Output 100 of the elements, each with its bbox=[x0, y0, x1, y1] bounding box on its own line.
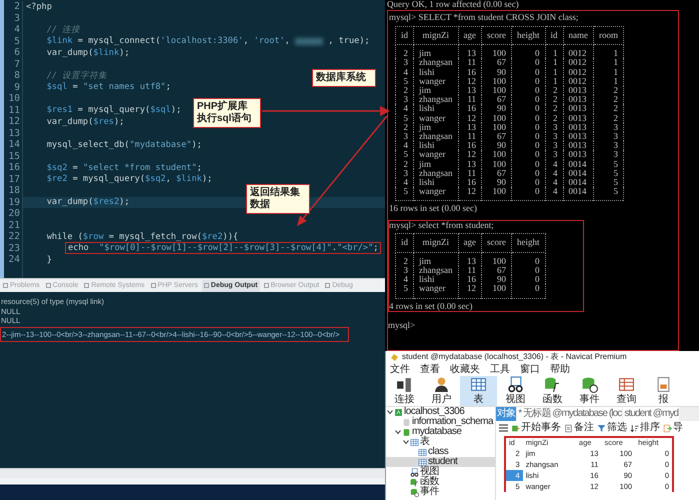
line-number: 11 bbox=[8, 104, 21, 116]
code-comment: // 连接 bbox=[46, 24, 80, 35]
code-line: $re2 = mysql_query($sq2, $link); bbox=[46, 174, 212, 184]
chevron-icon[interactable] bbox=[387, 409, 393, 415]
line-number: 9 bbox=[13, 82, 21, 93]
tree-item[interactable]: information_schema bbox=[412, 417, 494, 427]
glasses-icon bbox=[410, 468, 419, 476]
menu-item[interactable]: 文件 bbox=[390, 363, 410, 376]
menu-item[interactable]: 窗口 bbox=[520, 363, 540, 376]
table-cell: 2 bbox=[594, 104, 624, 114]
code-line: var_dump($res); bbox=[46, 116, 124, 127]
table-cell: 5 bbox=[594, 178, 624, 188]
table-cell: 100 bbox=[482, 252, 512, 266]
toolbar-button[interactable]: 事件 bbox=[571, 376, 608, 406]
line-number: 21 bbox=[8, 220, 21, 231]
code-comment: // 设置字符集 bbox=[46, 70, 108, 81]
table-cell: 100 bbox=[482, 187, 512, 201]
table-cell: 0013 bbox=[563, 95, 594, 104]
tree-item[interactable]: 函数 bbox=[420, 477, 439, 487]
table-cell: 0014 bbox=[563, 187, 594, 201]
tab[interactable]: student @myd bbox=[623, 407, 680, 421]
toolbar-button[interactable]: 连接 bbox=[386, 376, 423, 406]
table-cell: 0 bbox=[512, 104, 546, 114]
line-number: 2 bbox=[13, 1, 21, 12]
toolbar-button[interactable]: 视图 bbox=[497, 376, 534, 406]
action-button[interactable]: 排序 bbox=[630, 422, 660, 434]
table-cell: 0 bbox=[512, 95, 546, 104]
column-header: height bbox=[512, 234, 546, 252]
action-button[interactable]: 开始事务 bbox=[511, 422, 561, 434]
table-cell: zhangsan bbox=[414, 168, 458, 178]
grid-icon bbox=[618, 376, 635, 393]
line-number: 5 bbox=[13, 36, 21, 47]
action-button[interactable]: 筛选 bbox=[597, 422, 627, 434]
toolbar-button[interactable]: 报 bbox=[645, 376, 682, 406]
menu-item[interactable]: 查看 bbox=[420, 363, 440, 376]
table-cell: 0012 bbox=[563, 44, 594, 58]
toolbar-button[interactable]: 表 bbox=[460, 376, 497, 406]
tree-item[interactable]: class bbox=[428, 447, 448, 457]
table-cell: 0 bbox=[512, 132, 546, 142]
table-cell: 2 bbox=[396, 44, 414, 58]
table-cell: 3 bbox=[396, 58, 414, 68]
table-cell: 67 bbox=[482, 168, 512, 178]
table-cell: 11 bbox=[458, 132, 482, 142]
table-cell: 5 bbox=[594, 160, 624, 169]
table-cell: 3 bbox=[396, 132, 414, 142]
table-cell: 4 bbox=[545, 178, 564, 188]
table-cell: 12 bbox=[458, 150, 482, 160]
table-cell: 100 bbox=[482, 160, 512, 169]
table-cell: 5 bbox=[396, 187, 414, 201]
filter-icon bbox=[597, 424, 606, 432]
table-cell: 0012 bbox=[563, 68, 594, 77]
action-button[interactable]: 导 bbox=[663, 422, 683, 434]
menu-icon[interactable] bbox=[499, 424, 508, 432]
user-icon bbox=[433, 376, 450, 393]
code-line: var_dump($link); bbox=[46, 48, 130, 58]
table-cell: 2 bbox=[545, 104, 564, 114]
table-cell: 1 bbox=[545, 68, 564, 77]
table-cell: 13 bbox=[458, 122, 482, 132]
table-cell: 5 bbox=[396, 284, 414, 298]
table-cell: jim bbox=[414, 44, 458, 58]
menu-item[interactable]: 帮助 bbox=[550, 363, 570, 376]
table-cell: 4 bbox=[545, 168, 564, 178]
table-cell: 5 bbox=[396, 114, 414, 123]
toolbar-button[interactable]: 函数 bbox=[534, 376, 571, 406]
chevron-icon[interactable] bbox=[403, 439, 409, 445]
tree-item[interactable]: mydatabase bbox=[412, 427, 462, 437]
table-cell: 16 bbox=[458, 104, 482, 114]
tab[interactable]: * 无标题 @mydatabase (loc bbox=[517, 407, 622, 421]
table-cell: 12 bbox=[458, 76, 482, 86]
table-cell: 0013 bbox=[563, 86, 594, 96]
table-cell: 5 bbox=[396, 150, 414, 160]
table-cell: 0013 bbox=[563, 114, 594, 123]
table-cell: 1 bbox=[594, 76, 624, 86]
chevron-icon[interactable] bbox=[395, 429, 401, 435]
tree-item[interactable]: 表 bbox=[420, 437, 430, 447]
tree-item[interactable]: localhost_3306 bbox=[404, 407, 464, 417]
toolbar-button[interactable]: 用户 bbox=[423, 376, 460, 406]
tab-icon bbox=[84, 283, 90, 288]
scrollbar[interactable] bbox=[0, 468, 385, 478]
terminal-line: 16 rows in set (0.00 sec) bbox=[389, 204, 477, 214]
line-number: 12 bbox=[8, 116, 21, 128]
tree-item[interactable]: 事件 bbox=[420, 487, 439, 497]
toolbar-button[interactable]: 查询 bbox=[608, 376, 645, 406]
code-line: while ($row = mysql_fetch_row($re2)){ bbox=[46, 232, 238, 242]
table-cell: 2 bbox=[594, 114, 624, 123]
table-cell: 1 bbox=[594, 68, 624, 77]
tree-item[interactable]: 视图 bbox=[420, 467, 439, 477]
menu-item[interactable]: 收藏夹 bbox=[450, 363, 480, 376]
column-header: height bbox=[512, 26, 546, 45]
table-cell: 0 bbox=[512, 187, 546, 201]
table-cell: 0014 bbox=[563, 178, 594, 188]
action-button[interactable]: 备注 bbox=[564, 422, 594, 434]
sort-icon bbox=[630, 424, 639, 432]
table-cell: 3 bbox=[396, 168, 414, 178]
table-cell: 0 bbox=[512, 266, 546, 276]
menu-item[interactable]: 工具 bbox=[490, 363, 510, 376]
line-number: 14 bbox=[8, 139, 21, 150]
table-cell: 11 bbox=[458, 168, 482, 178]
table-cell: 12 bbox=[458, 114, 482, 123]
table-cell: 5 bbox=[594, 168, 624, 178]
